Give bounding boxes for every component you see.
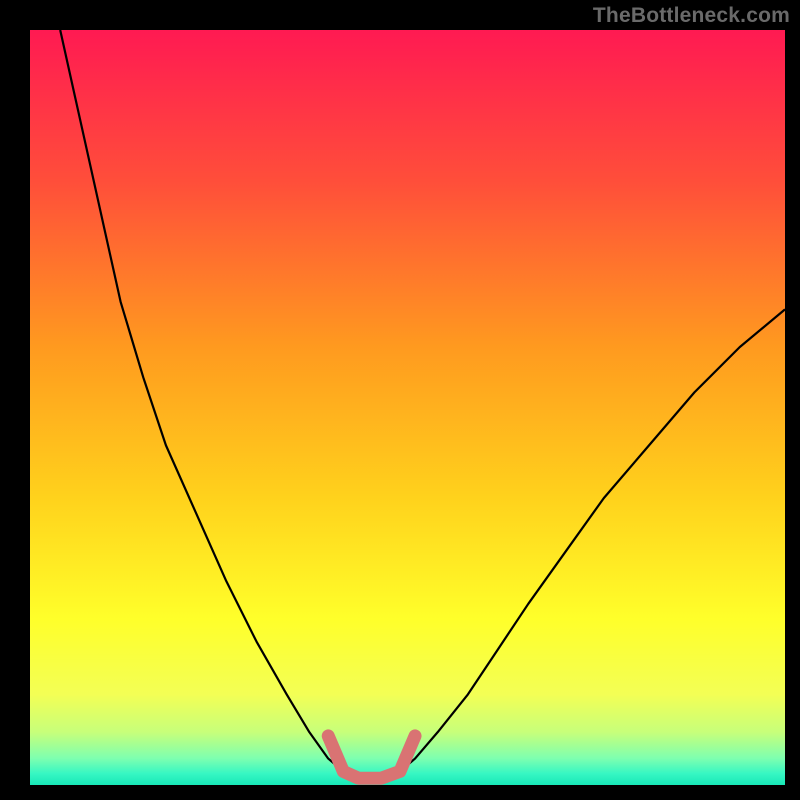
- plot-background: [30, 30, 785, 785]
- chart-frame: TheBottleneck.com: [0, 0, 800, 800]
- bottleneck-chart: [0, 0, 800, 800]
- watermark-text: TheBottleneck.com: [593, 4, 790, 28]
